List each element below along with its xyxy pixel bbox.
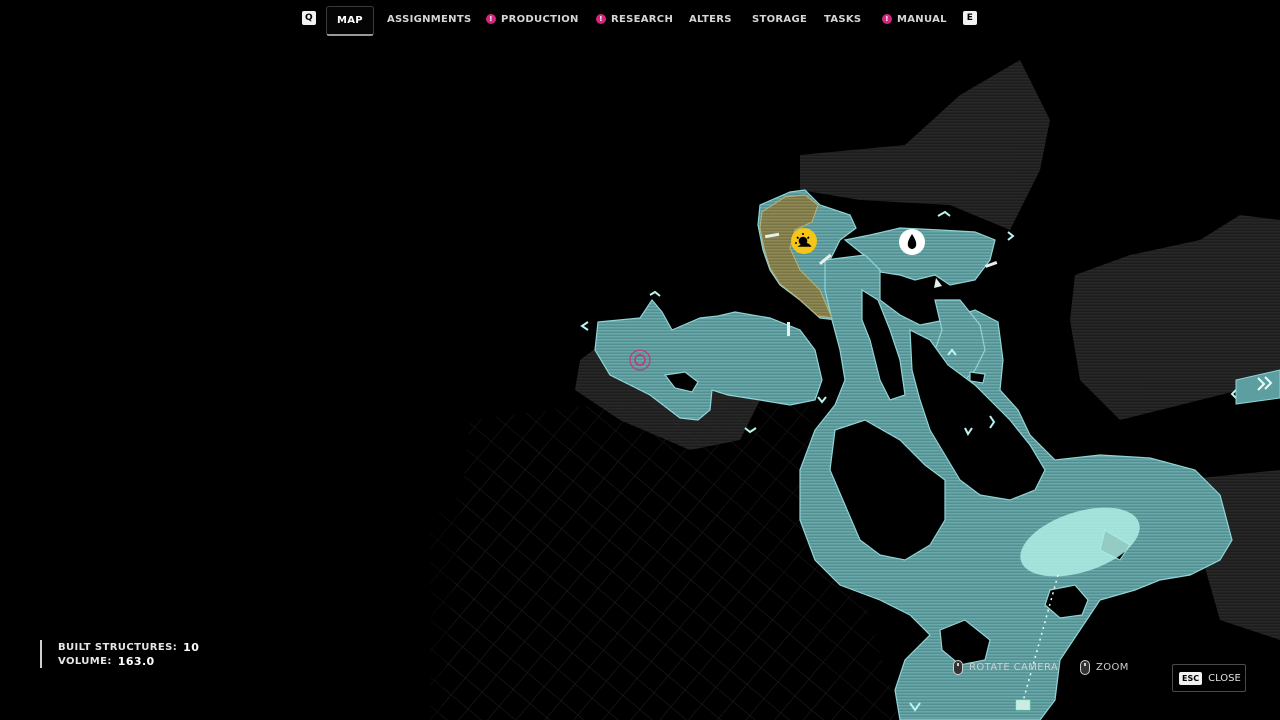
alert-icon: ! — [596, 14, 606, 24]
built-structures-label: BUILT STRUCTURES: — [58, 641, 178, 653]
built-structures-row: BUILT STRUCTURES: 10 — [58, 640, 199, 654]
top-navigation: Q MAP ASSIGNMENTS ! PRODUCTION ! RESEARC… — [0, 0, 1280, 40]
tab-label: STORAGE — [752, 13, 808, 25]
tab-tasks[interactable]: TASKS — [824, 8, 861, 30]
rotate-camera-hint: ROTATE CAMERA — [953, 660, 1058, 675]
volume-label: VOLUME: — [58, 655, 112, 667]
tab-label: MAP — [337, 15, 363, 26]
tab-storage[interactable]: STORAGE — [752, 8, 807, 30]
map-view[interactable] — [0, 0, 1280, 720]
close-label: CLOSE — [1208, 672, 1241, 684]
yellow-resource-marker[interactable] — [791, 228, 817, 254]
tab-manual[interactable]: ! MANUAL — [882, 8, 947, 30]
tab-map[interactable]: MAP — [326, 6, 374, 36]
zoom-hint: ZOOM — [1080, 660, 1129, 675]
water-marker[interactable] — [899, 229, 925, 255]
volume-row: VOLUME: 163.0 — [58, 654, 199, 668]
zoom-label: ZOOM — [1096, 662, 1129, 673]
prev-tab-key[interactable]: Q — [302, 11, 316, 25]
built-structures-value: 10 — [183, 640, 200, 654]
tab-label: RESEARCH — [611, 13, 674, 25]
base-stats: BUILT STRUCTURES: 10 VOLUME: 163.0 — [40, 640, 199, 668]
tab-research[interactable]: ! RESEARCH — [596, 8, 673, 30]
tab-label: PRODUCTION — [501, 13, 579, 25]
alert-icon: ! — [882, 14, 892, 24]
tab-production[interactable]: ! PRODUCTION — [486, 8, 579, 30]
mouse-scroll-icon — [1080, 660, 1090, 675]
tab-label: MANUAL — [897, 13, 947, 25]
tab-label: ALTERS — [689, 13, 732, 25]
mouse-icon — [953, 660, 963, 675]
tab-label: ASSIGNMENTS — [387, 13, 472, 25]
tab-assignments[interactable]: ASSIGNMENTS — [387, 8, 471, 30]
volume-value: 163.0 — [117, 654, 155, 668]
close-button[interactable]: ESC CLOSE — [1172, 664, 1246, 692]
esc-key: ESC — [1179, 671, 1203, 685]
rotate-camera-label: ROTATE CAMERA — [969, 662, 1059, 673]
alert-icon: ! — [486, 14, 496, 24]
tab-label: TASKS — [824, 13, 862, 25]
tab-alters[interactable]: ALTERS — [689, 8, 732, 30]
next-tab-key[interactable]: E — [963, 11, 977, 25]
